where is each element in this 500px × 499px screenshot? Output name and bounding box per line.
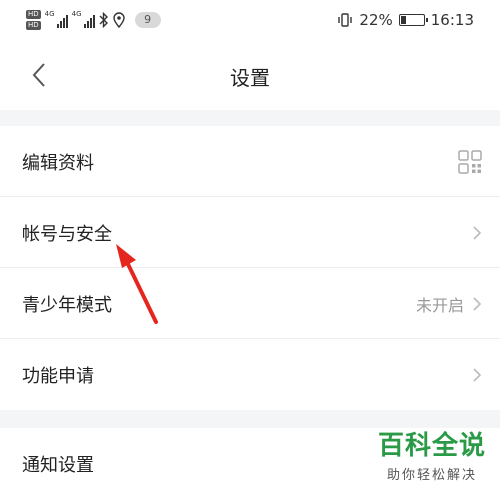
row-trailing: 未开启 bbox=[416, 268, 482, 339]
section-gap-1 bbox=[0, 110, 500, 126]
watermark-logo: 百科全说 bbox=[377, 431, 486, 461]
chevron-right-icon bbox=[473, 367, 482, 382]
chevron-right-icon bbox=[473, 296, 482, 311]
settings-row-teen-mode[interactable]: 青少年模式 未开启 bbox=[0, 268, 500, 339]
status-bar-left: HD HD 4G 4G 9 bbox=[26, 8, 161, 32]
signal-2-icon: 4G bbox=[71, 10, 95, 28]
vibrate-icon bbox=[338, 13, 353, 27]
row-label: 编辑资料 bbox=[22, 153, 94, 174]
row-trailing bbox=[458, 126, 482, 197]
status-bar: HD HD 4G 4G 9 22% 16:13 bbox=[0, 0, 500, 40]
battery-fill bbox=[400, 16, 406, 24]
row-label: 功能申请 bbox=[22, 366, 94, 387]
battery-percent: 22% bbox=[359, 11, 393, 29]
row-trailing bbox=[472, 339, 482, 410]
status-bar-right: 22% 16:13 bbox=[337, 8, 474, 32]
navigation-bar: 设置 bbox=[0, 40, 500, 110]
clock-time: 16:13 bbox=[430, 11, 474, 29]
settings-row-feature-request[interactable]: 功能申请 bbox=[0, 339, 500, 410]
hd-badge-2: HD bbox=[26, 21, 41, 30]
settings-row-account-security[interactable]: 帐号与安全 bbox=[0, 197, 500, 268]
network-type-2: 4G bbox=[71, 10, 82, 18]
network-type-1: 4G bbox=[44, 10, 55, 18]
bluetooth-icon bbox=[99, 12, 108, 28]
qr-code-icon[interactable] bbox=[458, 149, 482, 174]
battery-icon bbox=[398, 14, 428, 26]
location-icon bbox=[112, 12, 125, 28]
row-label: 通知设置 bbox=[22, 455, 94, 476]
row-label: 青少年模式 bbox=[22, 295, 112, 316]
hd-badge-1: HD bbox=[26, 10, 41, 19]
signal-1-icon: 4G bbox=[44, 10, 68, 28]
teen-mode-status: 未开启 bbox=[415, 295, 464, 315]
notification-count-badge: 9 bbox=[134, 12, 161, 28]
watermark: 百科全说 助你轻松解决 bbox=[378, 425, 486, 483]
hd-indicators: HD HD bbox=[26, 10, 41, 30]
row-label: 帐号与安全 bbox=[22, 224, 112, 245]
settings-row-edit-profile[interactable]: 编辑资料 bbox=[0, 126, 500, 197]
watermark-slogan: 助你轻松解决 bbox=[386, 468, 477, 483]
annotation-arrow-icon bbox=[116, 244, 158, 324]
row-trailing bbox=[472, 197, 482, 268]
chevron-right-icon bbox=[473, 225, 482, 240]
page-title: 设置 bbox=[230, 66, 270, 90]
